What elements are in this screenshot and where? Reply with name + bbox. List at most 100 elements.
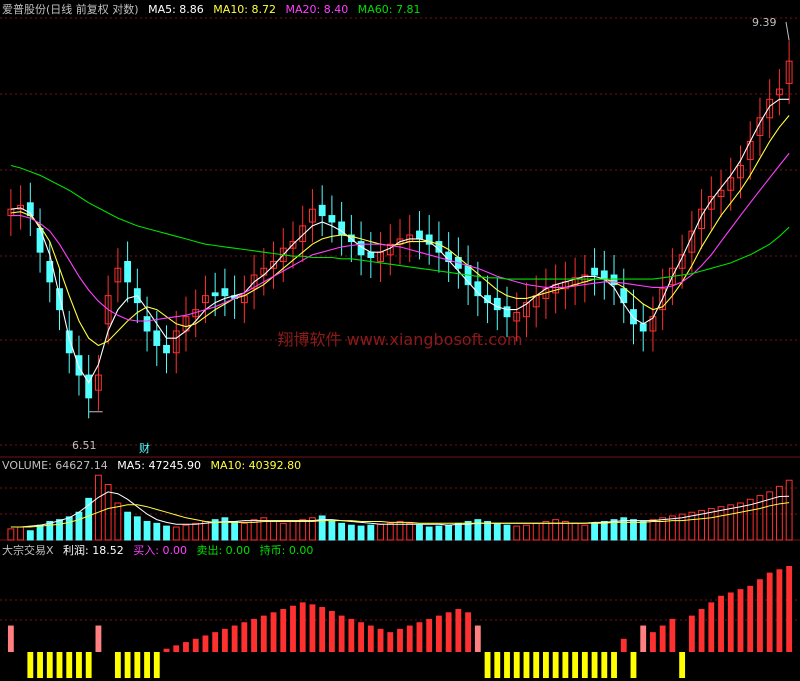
indicator-bar [650, 632, 656, 652]
candle-body [416, 230, 423, 240]
indicator-bar [533, 652, 540, 678]
profit-value: 利润: 18.52 [63, 544, 124, 557]
ma5-legend: MA5: 8.86 [148, 3, 204, 16]
candle-body [124, 261, 132, 283]
indicator-bar [387, 632, 394, 652]
indicator-bar [270, 612, 277, 652]
indicator-bar [688, 615, 695, 652]
candle-body [318, 204, 326, 217]
indicator-bar [377, 628, 384, 652]
volume-bar [153, 522, 161, 541]
indicator-bar [76, 652, 82, 678]
indicator-bar [611, 652, 617, 678]
indicator-bar [173, 645, 180, 652]
indicator-bar [280, 609, 287, 652]
indicator-bar [319, 607, 326, 652]
indicator-bar [358, 622, 365, 652]
high-price-label: 9.39 [752, 16, 777, 29]
indicator-bar [406, 625, 413, 652]
indicator-bar [708, 602, 715, 652]
volume-bar [75, 511, 83, 541]
volume-bar [425, 526, 433, 541]
indicator-bar [455, 609, 462, 652]
volume-bar [357, 525, 365, 541]
indicator-bar [46, 652, 53, 678]
volume-bar [143, 520, 151, 541]
indicator-name: 大宗交易X [2, 544, 54, 557]
candle-body [600, 270, 608, 280]
volume-bar [493, 522, 501, 541]
vol-ma5-legend: MA5: 47245.90 [117, 459, 201, 472]
sell-value: 卖出: 0.00 [196, 544, 251, 557]
candle-body [163, 344, 170, 354]
volume-bar [367, 524, 375, 541]
indicator-bar [620, 638, 627, 652]
indicator-bar [513, 652, 520, 678]
volume-bar [435, 525, 443, 541]
indicator-bar [669, 618, 676, 652]
indicator-bar [27, 652, 34, 678]
volume-bar [503, 524, 511, 541]
indicator-bar [435, 615, 442, 652]
indicator-bar [95, 625, 102, 652]
indicator-bar [144, 652, 150, 678]
volume-value: VOLUME: 64627.14 [2, 459, 108, 472]
volume-bar [163, 525, 170, 541]
candle-body [591, 267, 598, 276]
ma20-legend: MA20: 8.40 [285, 3, 349, 16]
indicator-bar [416, 622, 423, 652]
indicator-bar [124, 652, 131, 678]
volume-bar [133, 516, 141, 541]
indicator-bar [397, 628, 403, 652]
indicator-bar [581, 652, 588, 678]
candle-body [639, 323, 647, 332]
candle-body [36, 227, 44, 253]
volume-bar [124, 511, 132, 541]
indicator-bar [445, 612, 452, 652]
indicator-bar [183, 642, 189, 652]
indicator-bar [426, 618, 433, 652]
indicator-bar [698, 609, 705, 652]
indicator-bar [601, 652, 608, 678]
indicator-bar [786, 566, 793, 652]
candle-body [221, 288, 229, 297]
volume-bar [338, 522, 346, 541]
volume-bar [231, 520, 239, 541]
indicator-bar [474, 625, 481, 652]
indicator-bar [192, 638, 199, 652]
indicator-bar [309, 604, 316, 652]
indicator-bar [134, 652, 141, 678]
indicator-bar [37, 652, 43, 678]
indicator-bar [504, 652, 510, 678]
indicator-bar [640, 625, 647, 652]
volume-bar [56, 519, 63, 541]
watermark: 翔博软件 www.xiangbosoft.com [278, 330, 523, 349]
indicator-legend: 大宗交易X 利润: 18.52 买入: 0.00 卖出: 0.00 持币: 0.… [2, 542, 319, 558]
candle-body [503, 306, 511, 318]
candle-body [211, 292, 219, 297]
candle-body [65, 330, 73, 354]
indicator-bar [552, 652, 559, 678]
candle-body [153, 330, 161, 346]
candle-body [630, 309, 637, 325]
indicator-bar [484, 652, 491, 678]
volume-bar [416, 524, 423, 541]
indicator-bar [543, 652, 549, 678]
ma60-legend: MA60: 7.81 [357, 3, 421, 16]
volume-bar [591, 522, 598, 541]
indicator-bar [630, 652, 637, 678]
volume-bar [347, 524, 355, 541]
indicator-bar [328, 610, 335, 652]
indicator-bar [7, 625, 14, 652]
indicator-bar [290, 605, 296, 652]
indicator-bar [56, 652, 63, 678]
volume-bar [46, 520, 54, 541]
indicator-bar [163, 648, 170, 652]
indicator-bar [747, 585, 754, 652]
indicator-bar [523, 652, 530, 678]
indicator-bar [241, 622, 248, 652]
indicator-bar [202, 635, 209, 652]
indicator-bar [679, 652, 686, 678]
indicator-bar [85, 652, 92, 678]
indicator-bar [659, 625, 666, 652]
